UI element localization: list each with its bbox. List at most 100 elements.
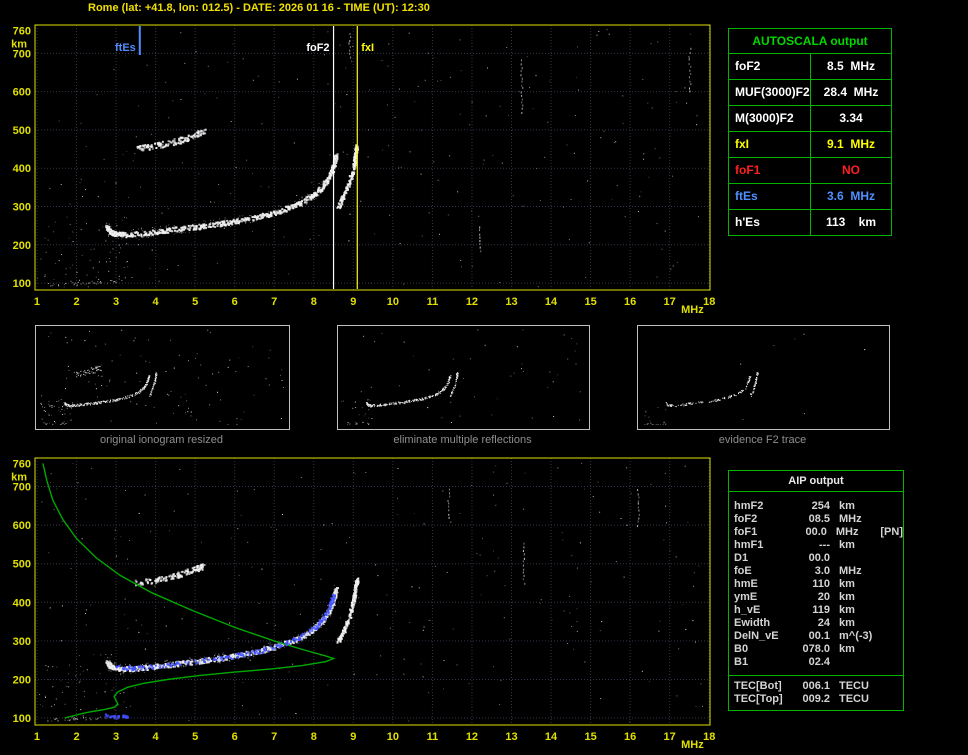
aip-extra bbox=[885, 643, 903, 656]
aip-name: h_vE bbox=[734, 604, 761, 616]
aip-unit: TECU bbox=[839, 693, 869, 705]
autoscala-row-h'Es: h'Es 113 km bbox=[729, 210, 891, 235]
aip-name: foE bbox=[734, 565, 752, 577]
svg-text:1: 1 bbox=[34, 731, 40, 743]
aip-unit: km bbox=[839, 604, 855, 616]
aip-row-TEC[Bot]: TEC[Bot] 006.1 TECU bbox=[729, 680, 903, 693]
aip-value: 119 bbox=[812, 604, 830, 616]
aip-table-title: AIP output bbox=[729, 471, 903, 492]
thumbnail-caption-original: original ionogram resized bbox=[100, 434, 223, 446]
svg-text:400: 400 bbox=[13, 163, 31, 175]
autoscala-row-M(3000)F2: M(3000)F2 3.34 bbox=[729, 106, 891, 132]
autoscala-param-label: h'Es bbox=[729, 210, 811, 235]
aip-value: 006.1 bbox=[802, 680, 830, 692]
autoscala-row-MUF(3000)F2: MUF(3000)F2 28.4 MHz bbox=[729, 80, 891, 106]
aip-name: D1 bbox=[734, 552, 749, 564]
autoscala-param-label: M(3000)F2 bbox=[729, 106, 811, 131]
autoscala-table-title: AUTOSCALA output bbox=[729, 29, 891, 54]
aip-unit: MHz bbox=[839, 513, 862, 525]
aip-name: B1 bbox=[734, 656, 749, 668]
bottom-ionogram-profile-plot: 760700600500400300200100km1 2 3 4 5 6 7 8 9 10 11 1… bbox=[11, 457, 715, 751]
aip-value: 3.0 bbox=[814, 565, 830, 577]
svg-text:fxI: fxI bbox=[361, 42, 374, 54]
thumbnail-caption-evidence: evidence F2 trace bbox=[718, 434, 807, 446]
aip-row-foE: foE 3.0 MHz bbox=[729, 565, 903, 578]
aip-value: 20 bbox=[817, 591, 830, 603]
svg-text:500: 500 bbox=[13, 125, 31, 137]
svg-text:7: 7 bbox=[271, 296, 277, 308]
aip-value: 110 bbox=[812, 578, 830, 590]
aip-name: hmE bbox=[734, 578, 758, 590]
svg-text:2: 2 bbox=[73, 731, 79, 743]
aip-value: 009.2 bbox=[802, 693, 830, 705]
aip-extra bbox=[885, 500, 903, 513]
aip-extra bbox=[885, 513, 903, 526]
aip-value: 02.4 bbox=[808, 656, 830, 668]
svg-text:760: 760 bbox=[13, 458, 31, 470]
aip-row-B0: B0 078.0 km bbox=[729, 643, 903, 656]
thumbnail-original-ionogram-image bbox=[40, 329, 284, 425]
aip-row-D1: D1 00.0 bbox=[729, 552, 903, 565]
aip-extra bbox=[885, 656, 903, 669]
svg-text:ftEs: ftEs bbox=[115, 42, 136, 54]
svg-text:4: 4 bbox=[153, 296, 160, 308]
svg-text:10: 10 bbox=[387, 296, 399, 308]
svg-text:11: 11 bbox=[427, 296, 439, 308]
autoscala-row-ftEs: ftEs 3.6 MHz bbox=[729, 184, 891, 210]
svg-text:300: 300 bbox=[13, 636, 31, 648]
svg-text:2: 2 bbox=[73, 296, 79, 308]
svg-text:11: 11 bbox=[427, 731, 439, 743]
aip-unit: km bbox=[839, 643, 855, 655]
aip-value: 254 bbox=[811, 500, 830, 512]
aip-value: 00.1 bbox=[808, 630, 830, 642]
aip-extra bbox=[885, 617, 903, 630]
aip-row-hmF2: hmF2 254 km bbox=[729, 500, 903, 513]
svg-text:13: 13 bbox=[505, 731, 517, 743]
aip-extra bbox=[885, 630, 903, 643]
svg-text:3: 3 bbox=[113, 296, 119, 308]
aip-name: ymE bbox=[734, 591, 758, 603]
autoscala-row-fxI: fxI 9.1 MHz bbox=[729, 132, 891, 158]
aip-row-Ewidth: Ewidth 24 km bbox=[729, 617, 903, 630]
aip-unit: km bbox=[839, 578, 855, 590]
page-title: Rome (lat: +41.8, lon: 012.5) - DATE: 20… bbox=[88, 2, 430, 14]
aip-extra bbox=[885, 680, 903, 693]
aip-name: TEC[Bot] bbox=[734, 680, 782, 692]
thumbnail-evidence-f2-image bbox=[644, 333, 866, 425]
aip-extra: [PN] bbox=[880, 526, 903, 538]
aip-row-foF1: foF1 00.0 MHz [PN] bbox=[729, 526, 903, 539]
svg-text:200: 200 bbox=[13, 240, 31, 252]
svg-text:MHz: MHz bbox=[681, 739, 704, 751]
aip-name: hmF1 bbox=[734, 539, 764, 551]
svg-text:600: 600 bbox=[13, 87, 31, 99]
aip-name: DelN_vE bbox=[734, 630, 779, 642]
aip-name: B0 bbox=[734, 643, 749, 655]
aip-row-DelN_vE: DelN_vE 00.1 m^(-3) bbox=[729, 630, 903, 643]
svg-text:16: 16 bbox=[624, 296, 636, 308]
autoscala-param-value: 113 km bbox=[825, 215, 877, 229]
aip-rows: hmF2 254 km foF2 08.5 MHz foF1 00.0 MHz [PN] hmF1 -… bbox=[729, 492, 903, 673]
svg-text:7: 7 bbox=[271, 731, 277, 743]
aip-unit: m^(-3) bbox=[839, 630, 873, 642]
aip-name: hmF2 bbox=[734, 500, 764, 512]
autoscala-param-value: 28.4 MHz bbox=[823, 85, 879, 99]
top-ionogram-plot: 760700600500400300200100km1 2 3 4 5 6 7 8 9 10 11 1… bbox=[11, 24, 715, 316]
svg-text:MHz: MHz bbox=[681, 304, 704, 316]
svg-text:8: 8 bbox=[311, 296, 317, 308]
svg-text:9: 9 bbox=[350, 731, 356, 743]
svg-text:3: 3 bbox=[113, 731, 119, 743]
svg-text:500: 500 bbox=[13, 559, 31, 571]
autoscala-row-foF2: foF2 8.5 MHz bbox=[729, 54, 891, 80]
svg-text:17: 17 bbox=[664, 731, 676, 743]
aip-unit: MHz bbox=[839, 565, 862, 577]
aip-tec-rows: TEC[Bot] 006.1 TECU TEC[Top] 009.2 TECU bbox=[729, 678, 903, 710]
autoscala-param-value: 3.34 bbox=[839, 111, 863, 125]
aip-value: 00.0 bbox=[808, 552, 830, 564]
autoscala-param-label: foF2 bbox=[729, 54, 811, 79]
aip-row-h_vE: h_vE 119 km bbox=[729, 604, 903, 617]
aip-unit: km bbox=[839, 539, 855, 551]
aip-unit bbox=[830, 656, 885, 669]
aip-unit: MHz bbox=[835, 526, 859, 538]
thumbnail-evidence-f2 bbox=[637, 325, 890, 430]
svg-text:12: 12 bbox=[466, 296, 478, 308]
